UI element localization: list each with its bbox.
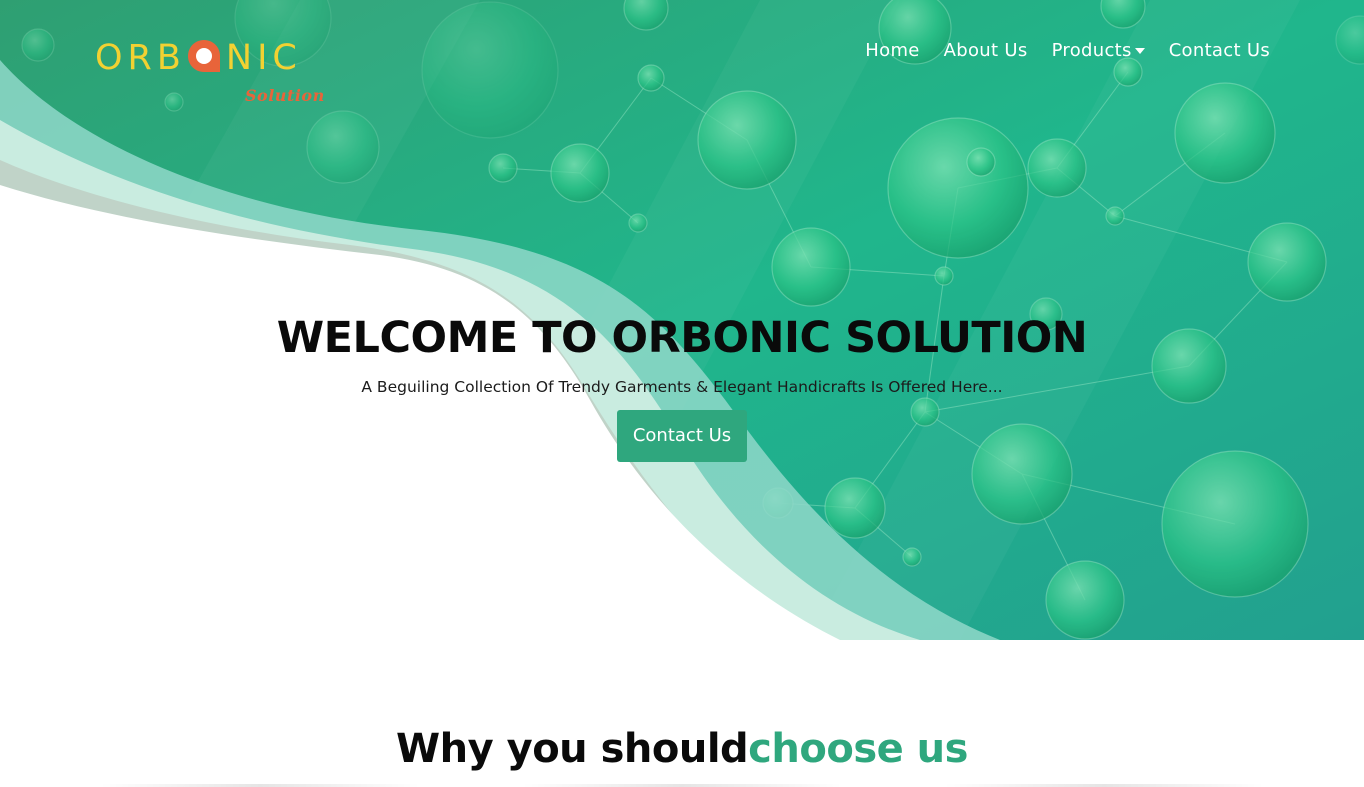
logo-o-mark-icon: [187, 39, 221, 73]
nav-contact-us-label: Contact Us: [1168, 40, 1270, 61]
logo[interactable]: ORB NIC Solution: [95, 36, 335, 108]
caret-down-icon: [1134, 47, 1145, 54]
hero-title: WELCOME TO ORBONIC SOLUTION: [276, 313, 1088, 363]
hero-section: ORB NIC Solution Home About Us Products …: [0, 0, 1364, 640]
logo-wordmark: ORB NIC: [95, 36, 302, 80]
nav-home-label: Home: [865, 40, 920, 61]
hero-contact-button[interactable]: Contact Us: [616, 410, 748, 462]
nav-contact-us[interactable]: Contact Us: [1169, 40, 1270, 61]
nav-about-us[interactable]: About Us: [944, 40, 1028, 61]
hero-content: WELCOME TO ORBONIC SOLUTION A Beguiling …: [0, 306, 1364, 462]
nav-about-us-label: About Us: [943, 40, 1028, 61]
why-heading-accent: choose us: [748, 726, 968, 773]
why-choose-heading: Why you shouldchoose us: [0, 719, 1364, 779]
main-nav: Home About Us Products Contact Us: [841, 40, 1270, 61]
nav-home[interactable]: Home: [865, 40, 919, 61]
logo-subtitle: Solution: [245, 86, 325, 105]
logo-word-left: ORB: [95, 38, 186, 78]
why-heading-dark: Why you should: [396, 726, 749, 773]
nav-products[interactable]: Products: [1052, 40, 1145, 61]
nav-products-label: Products: [1051, 40, 1132, 61]
hero-subtitle: A Beguiling Collection Of Trendy Garment…: [361, 378, 1003, 396]
logo-word-right: NIC: [225, 38, 302, 78]
